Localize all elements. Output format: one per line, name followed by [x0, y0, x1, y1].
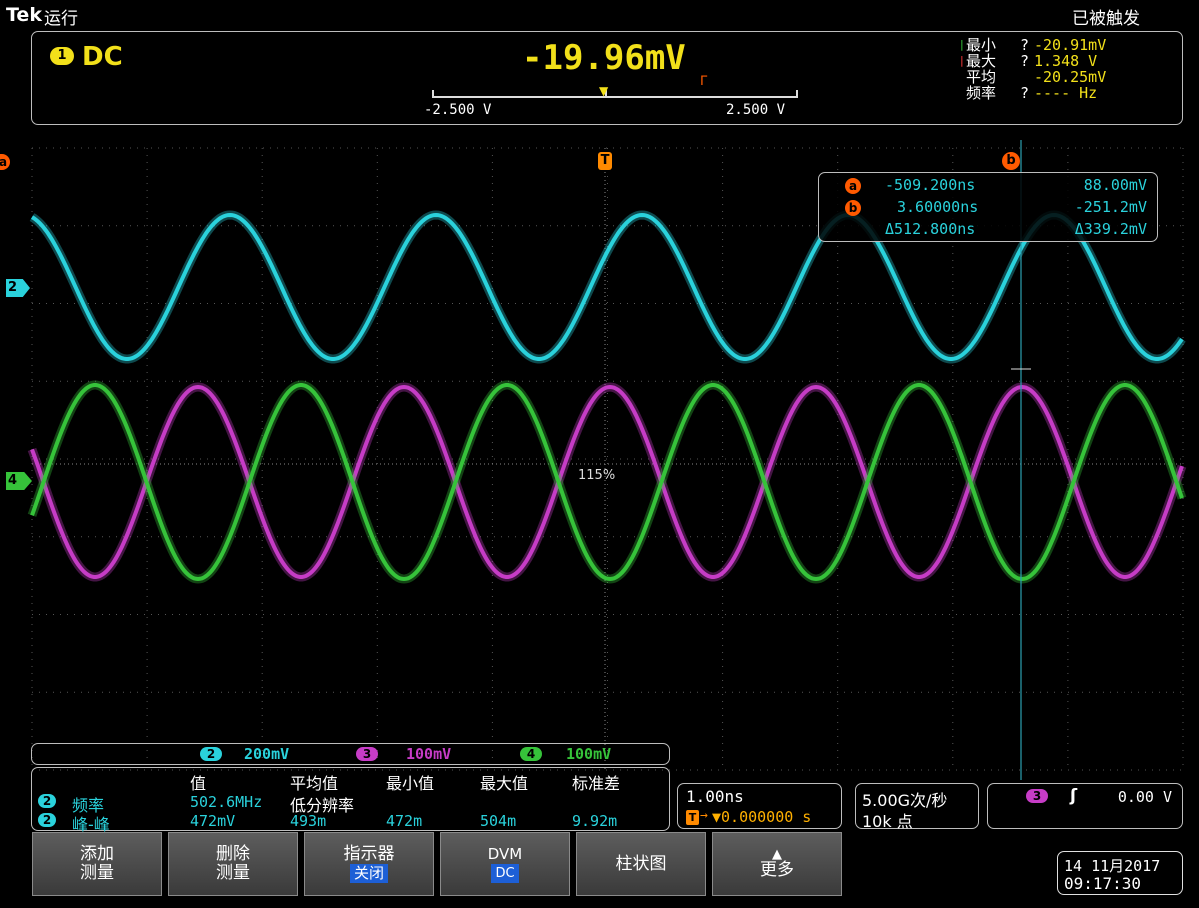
delete-measurement-button[interactable]: 删除 测量 — [168, 832, 298, 896]
timebase-position: ▼0.000000 s — [712, 808, 812, 826]
dvm-reading: -19.96mV — [522, 38, 686, 78]
trigger-level: 0.00 V — [1117, 788, 1172, 806]
cursor-a-value: 88.00mV — [1083, 176, 1147, 194]
record-length: 10k 点 — [862, 812, 913, 831]
dvm-scale-min: -2.500 V — [424, 102, 492, 118]
trigger-slope-icon: ʃ — [1070, 786, 1078, 806]
meas-row-peak-to-peak[interactable]: 2 峰-峰 472mV 493m 472m 504m 9.92m — [36, 811, 666, 834]
timebase-arrow-icon: → — [700, 808, 708, 823]
dvm-scale-tick-right — [796, 90, 798, 98]
ch2-scale: 200mV — [244, 745, 290, 763]
cursor-a-time: -509.200ns — [885, 176, 976, 194]
dvm-stats: | 最小? -20.91mV | 最大? 1.348 V 平均 -20.25mV 频率? -… — [960, 37, 1182, 101]
cursor-b-marker-icon[interactable]: b — [1002, 152, 1020, 170]
meas-row1-value: 502.6MHz — [190, 793, 263, 811]
cursor-a-badge-icon: a — [845, 178, 861, 194]
meas-row2-std: 9.92m — [572, 812, 618, 830]
meas-row1-channel-badge: 2 — [38, 794, 56, 808]
dvm-channel-badge: 1 — [50, 47, 74, 65]
meas-row-frequency[interactable]: 2 频率 502.6MHz 低分辨率 — [36, 792, 666, 815]
ch3-scale-badge[interactable]: 3 — [356, 747, 378, 761]
more-button[interactable]: ▲ 更多 — [712, 832, 842, 896]
dvm-indicator-icon: ▼ — [599, 84, 609, 98]
dvm-scale-bar — [432, 96, 798, 98]
datetime-panel: 14 11月2017 09:17:30 — [1057, 851, 1183, 895]
meas-row2-channel-badge: 2 — [38, 813, 56, 827]
meas-row2-min: 472m — [386, 812, 423, 830]
add-measurement-button[interactable]: 添加 测量 — [32, 832, 162, 896]
dvm-scale-tick-left — [432, 90, 434, 98]
timebase-panel[interactable]: 1.00ns T → ▼0.000000 s — [677, 783, 842, 829]
indicator-button[interactable]: 指示器 关闭 — [304, 832, 434, 896]
ch3-scale: 100mV — [406, 745, 452, 763]
meas-header-mean: 平均值 — [290, 774, 339, 793]
header-bar: Tek 运行 已被触发 — [0, 0, 1199, 30]
meas-row2-max: 504m — [480, 812, 517, 830]
dvm-button[interactable]: DVM DC — [440, 832, 570, 896]
channel-scales-bar: 2 200mV 3 100mV 4 100mV — [31, 743, 670, 765]
dvm-scale-max: 2.500 V — [726, 102, 786, 118]
meas-header-value: 值 — [190, 774, 207, 793]
dvm-stat-freq: 频率? ---- Hz — [966, 84, 1098, 102]
trigger-state: 已被触发 — [1072, 9, 1140, 29]
ch2-scale-badge[interactable]: 2 — [200, 747, 222, 761]
timebase-trigger-icon: T — [686, 810, 699, 825]
cursor-b-badge-icon: b — [845, 200, 861, 216]
meas-row2-mean: 493m — [290, 812, 327, 830]
measurements-panel[interactable]: 值 平均值 最小值 最大值 标准差 2 频率 502.6MHz 低分辨率 2 峰… — [31, 767, 670, 834]
run-state: 运行 — [44, 9, 78, 29]
meas-row2-value: 472mV — [190, 812, 236, 830]
trigger-position-marker-icon[interactable]: T — [598, 152, 612, 170]
dvm-mode: DC — [82, 42, 123, 72]
trigger-panel[interactable]: 3 ʃ 0.00 V — [987, 783, 1183, 829]
cursor-b-time: 3.60000ns — [897, 198, 979, 216]
acquisition-panel[interactable]: 5.00G次/秒 10k 点 — [855, 783, 979, 831]
cursor-readout-panel[interactable]: a -509.200ns 88.00mV b 3.60000ns -251.2m… — [818, 172, 1158, 242]
brand-logo: Tek — [6, 4, 42, 26]
date: 14 11月2017 — [1064, 857, 1161, 875]
dvm-max-flag-icon: ᒥ — [700, 74, 708, 89]
ch4-scale: 100mV — [566, 745, 612, 763]
cursor-delta-value: Δ339.2mV — [1074, 220, 1147, 238]
meas-header-max: 最大值 — [480, 774, 529, 793]
dvm-panel[interactable]: 1 DC -19.96mV ▼ ᒥ -2.500 V 2.500 V | 最小? -… — [31, 31, 1183, 125]
dvm-stat-max: | 最大? 1.348 V — [960, 52, 1098, 70]
cursor-b-value: -251.2mV — [1074, 198, 1147, 216]
dvm-stat-min: | 最小? -20.91mV — [960, 36, 1107, 54]
meas-header-min: 最小值 — [386, 774, 435, 793]
meas-header-std: 标准差 — [572, 774, 621, 793]
dvm-stat-mean: 平均 -20.25mV — [966, 68, 1107, 86]
more-up-icon: ▲ — [772, 846, 782, 862]
histogram-button[interactable]: 柱状图 — [576, 832, 706, 896]
timebase-scale: 1.00ns — [686, 787, 744, 806]
waveforms — [27, 210, 1187, 584]
cursor-delta-time: Δ512.800ns — [885, 220, 976, 238]
zoom-readout: 115% — [578, 468, 616, 483]
ch4-scale-badge[interactable]: 4 — [520, 747, 542, 761]
time: 09:17:30 — [1064, 874, 1142, 893]
trigger-source-badge: 3 — [1026, 789, 1048, 803]
